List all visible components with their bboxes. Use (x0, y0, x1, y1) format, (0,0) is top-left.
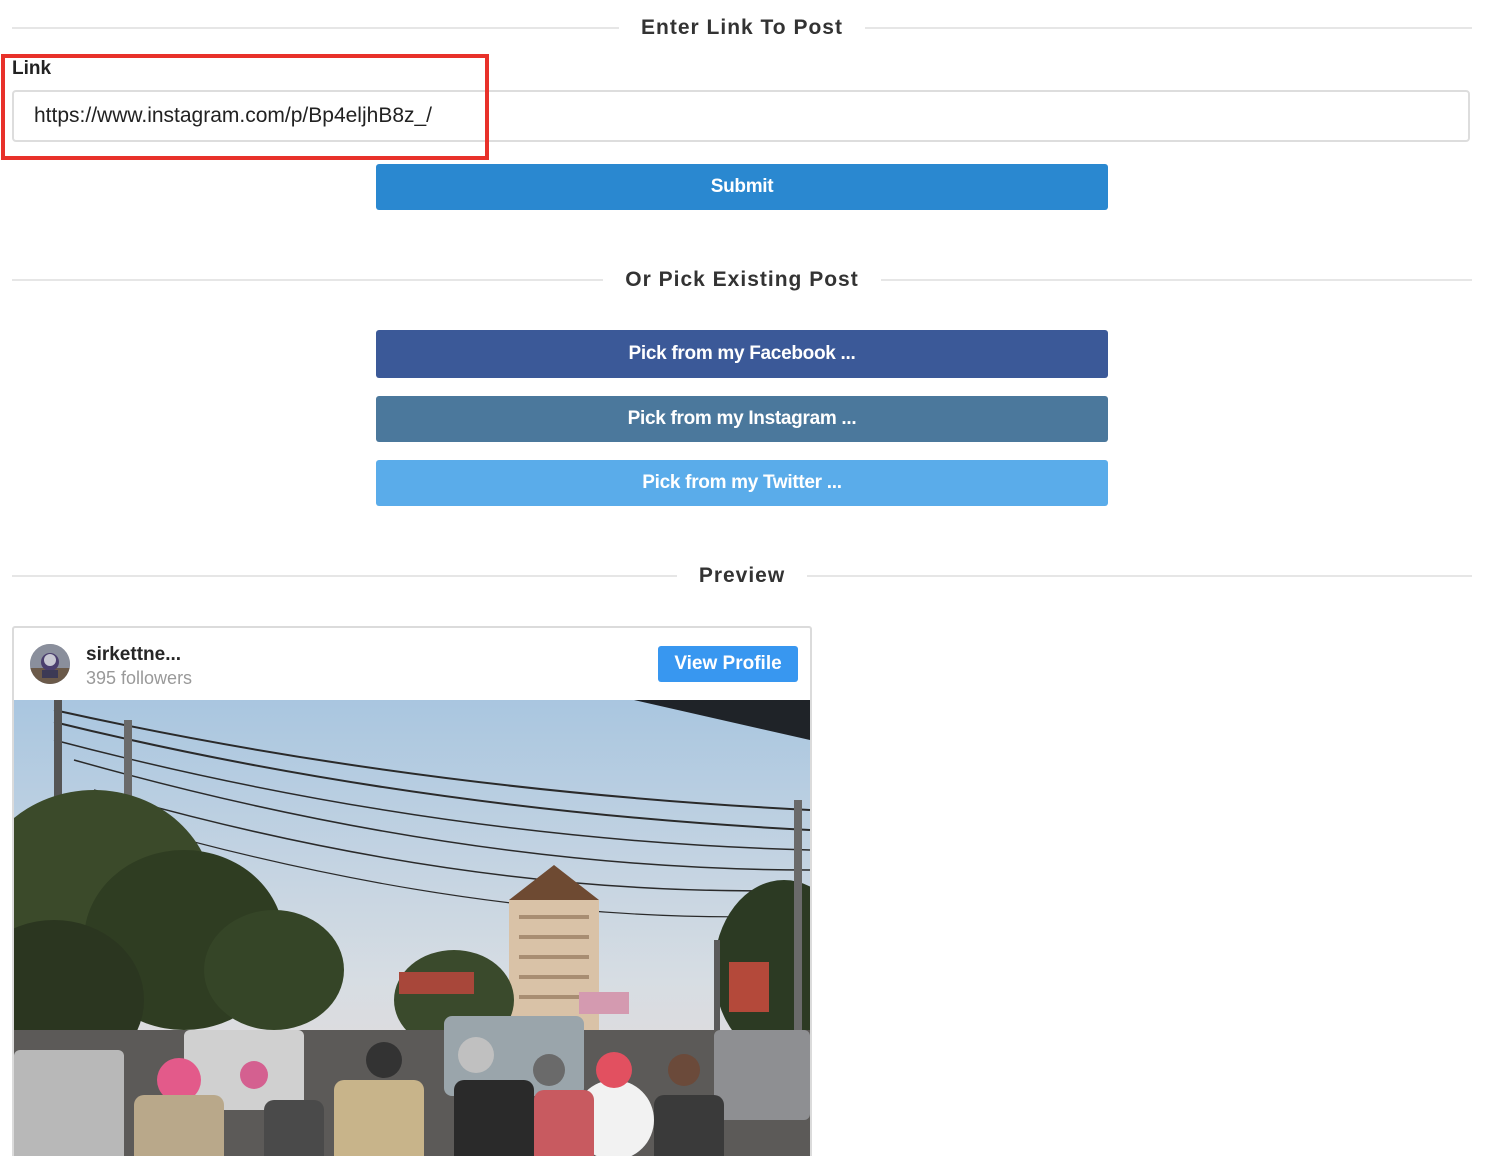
section-divider-preview: Preview (12, 556, 1473, 596)
section-title-preview: Preview (698, 564, 786, 587)
section-divider-enter-link: Enter Link To Post (12, 8, 1472, 48)
link-input[interactable] (12, 90, 1470, 142)
section-title-enter-link: Enter Link To Post (641, 16, 843, 39)
divider-line (807, 575, 1473, 577)
username[interactable]: sirkettne... (86, 644, 181, 666)
avatar[interactable] (30, 644, 70, 684)
avatar-image (30, 644, 70, 684)
section-divider-pick-existing: Or Pick Existing Post (12, 260, 1472, 300)
follower-count: 395 followers (86, 668, 193, 688)
post-image (14, 700, 810, 1156)
card-header: sirkettne... 395 followers View Profile (14, 628, 810, 700)
pick-twitter-button[interactable]: Pick from my Twitter ... (376, 460, 1108, 506)
divider-line (864, 27, 1472, 29)
submit-button[interactable]: Submit (376, 164, 1108, 210)
divider-line (880, 279, 1472, 281)
pick-instagram-button[interactable]: Pick from my Instagram ... (376, 396, 1108, 442)
pick-facebook-button[interactable]: Pick from my Facebook ... (376, 330, 1108, 378)
view-profile-button[interactable]: View Profile (658, 646, 798, 682)
instagram-preview-card: sirkettne... 395 followers View Profile (12, 626, 812, 1156)
section-title-pick-existing: Or Pick Existing Post (625, 268, 859, 291)
page: Enter Link To Post Link Submit Or Pick E… (0, 0, 1490, 1156)
divider-line (12, 27, 620, 29)
divider-line (12, 575, 677, 577)
divider-line (12, 279, 604, 281)
link-label: Link (12, 58, 52, 79)
